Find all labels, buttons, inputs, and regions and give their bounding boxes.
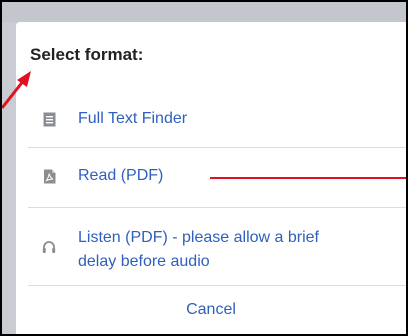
- option-label-line: Listen (PDF) - please allow a brief: [78, 229, 319, 246]
- screenshot-frame: Select format: Full Text Finder Read (PD…: [0, 0, 408, 336]
- option-label-line: delay before audio: [78, 253, 210, 270]
- annotation-arrow-icon: [2, 71, 31, 109]
- divider: [28, 207, 406, 208]
- option-label: Listen (PDF) - please allow a brief dela…: [78, 226, 319, 274]
- option-full-text-finder[interactable]: Full Text Finder: [40, 108, 406, 130]
- dialog-title: Select format:: [30, 45, 144, 64]
- annotation-underline: [210, 177, 406, 179]
- divider: [28, 285, 406, 286]
- headphones-icon: [40, 236, 58, 258]
- top-bar: [2, 2, 406, 22]
- divider: [28, 147, 406, 148]
- pdf-icon: [40, 165, 58, 187]
- option-listen-pdf[interactable]: Listen (PDF) - please allow a brief dela…: [40, 226, 406, 274]
- option-read-pdf[interactable]: Read (PDF): [40, 165, 406, 187]
- cancel-button[interactable]: Cancel: [16, 299, 406, 321]
- option-label: Read (PDF): [78, 167, 164, 184]
- option-label: Full Text Finder: [78, 110, 188, 127]
- document-lines-icon: [40, 108, 58, 130]
